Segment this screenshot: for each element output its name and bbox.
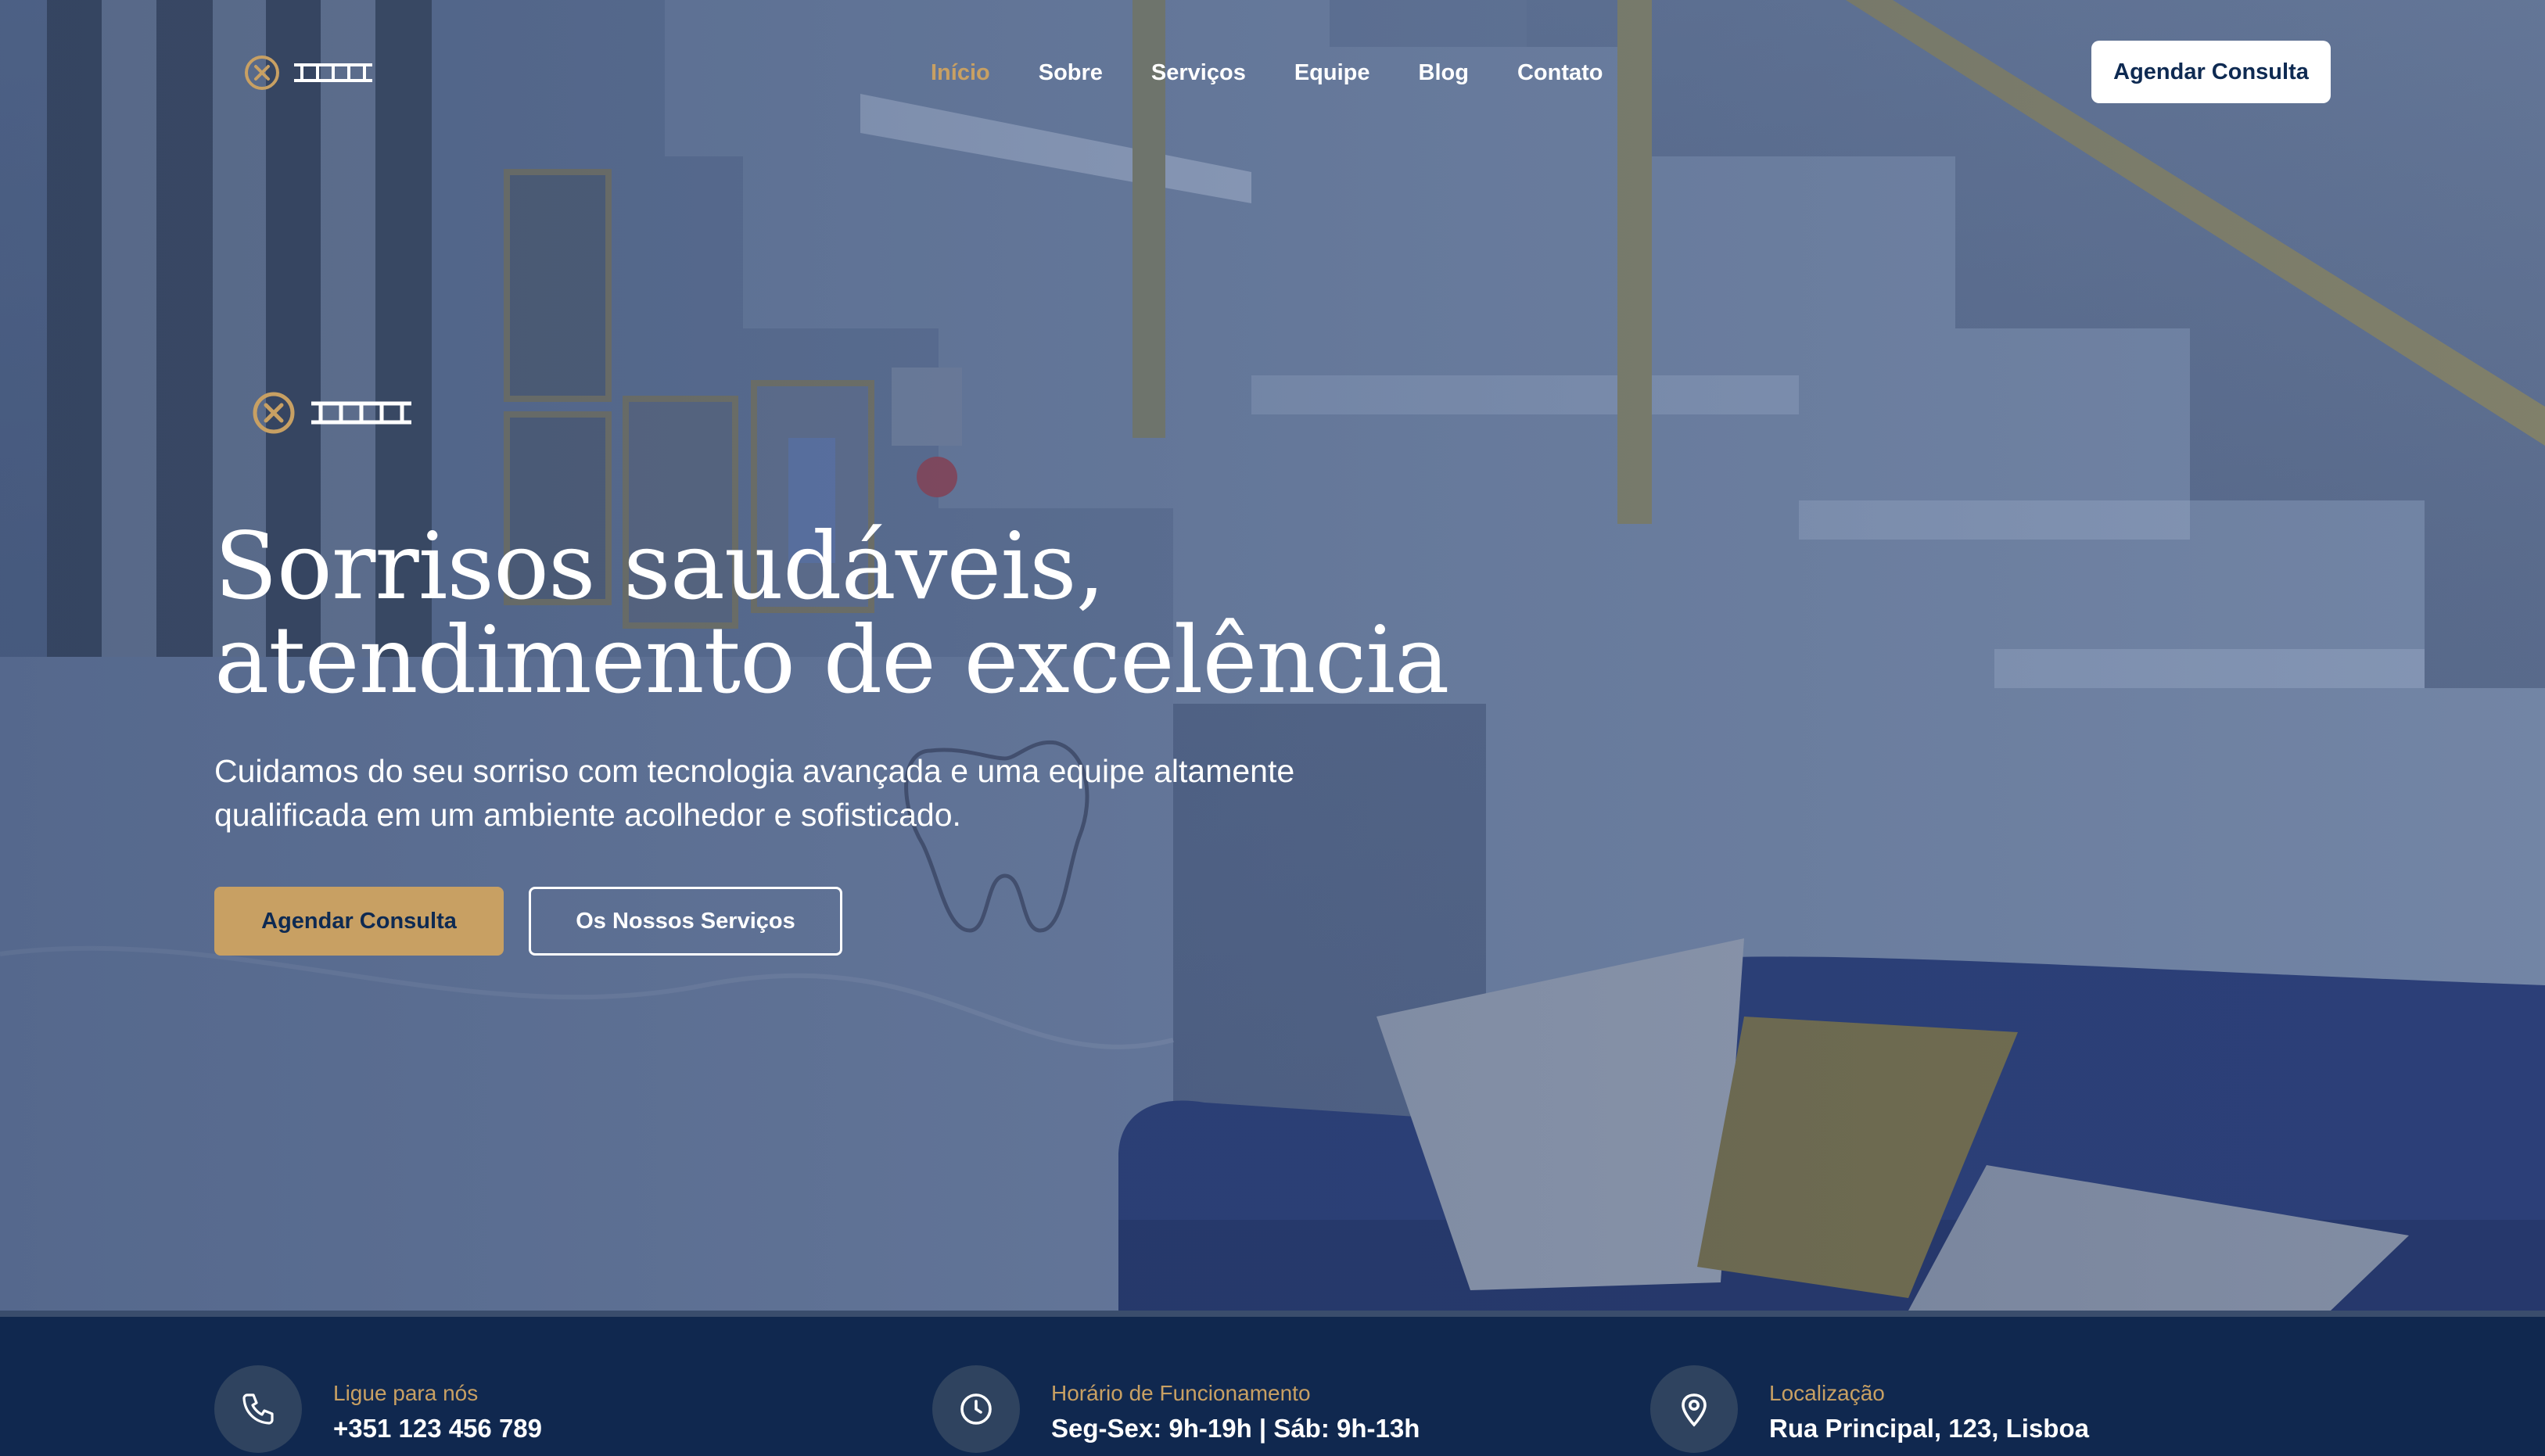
logo-wordmark-graphic [294,63,372,82]
phone-icon [214,1365,302,1453]
hero-subtitle: Cuidamos do seu sorriso com tecnologia a… [214,749,1434,837]
nav-item-equipe[interactable]: Equipe [1294,56,1370,89]
nav-book-appointment-button[interactable]: Agendar Consulta [2091,41,2331,103]
map-pin-icon [1650,1365,1738,1453]
book-appointment-button[interactable]: Agendar Consulta [214,887,504,956]
info-label: Horário de Funcionamento [1051,1381,1311,1405]
our-services-button[interactable]: Os Nossos Serviços [529,887,842,956]
nav-item-inicio[interactable]: Início [931,56,990,89]
info-value: Seg-Sex: 9h-19h | Sáb: 9h-13h [1051,1414,1420,1443]
nav-item-contato[interactable]: Contato [1517,56,1603,89]
hero-section: Início Sobre Serviços Equipe Blog Contat… [0,0,2545,1311]
site-logo[interactable] [244,55,372,91]
info-value: Rua Principal, 123, Lisboa [1769,1414,2089,1443]
hero-subtitle-line: qualificada em um ambiente acolhedor e s… [214,797,961,833]
info-label: Ligue para nós [333,1381,479,1405]
info-phone[interactable]: Ligue para nós +351 123 456 789 [214,1365,543,1453]
main-nav: Início Sobre Serviços Equipe Blog Contat… [931,56,1651,89]
x-circle-icon [245,56,279,90]
hero-title: Sorrisos saudáveis, atendimento de excel… [214,519,1622,707]
info-location[interactable]: Localização Rua Principal, 123, Lisboa [1650,1365,2089,1453]
info-hours: Horário de Funcionamento Seg-Sex: 9h-19h… [932,1365,1420,1453]
nav-item-servicos[interactable]: Serviços [1151,56,1246,89]
hero-title-line: Sorrisos saudáveis, [214,512,1105,620]
hero-subtitle-line: Cuidamos do seu sorriso com tecnologia a… [214,753,1295,789]
x-circle-icon [253,392,295,434]
info-label: Localização [1769,1381,1885,1405]
info-bar: Ligue para nós +351 123 456 789 Horário … [0,1311,2545,1456]
logo-wordmark-graphic [311,401,411,425]
hero-logo [252,391,411,435]
hero-title-line: atendimento de excelência [214,606,1450,714]
info-value: +351 123 456 789 [333,1414,543,1443]
nav-item-sobre[interactable]: Sobre [1039,56,1103,89]
clock-icon [932,1365,1020,1453]
nav-item-blog[interactable]: Blog [1419,56,1469,89]
